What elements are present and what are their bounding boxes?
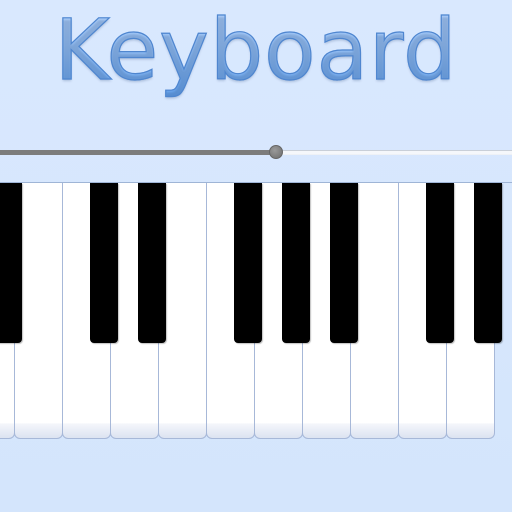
black-key[interactable] xyxy=(138,183,166,343)
black-key[interactable] xyxy=(90,183,118,343)
black-key[interactable] xyxy=(426,183,454,343)
piano-keyboard xyxy=(0,182,512,440)
keyboard-app: Keyboard xyxy=(0,0,512,512)
slider-fill xyxy=(0,150,276,155)
volume-slider[interactable] xyxy=(0,144,512,162)
black-key[interactable] xyxy=(474,183,502,343)
app-title: Keyboard xyxy=(0,0,512,100)
black-key[interactable] xyxy=(282,183,310,343)
black-key[interactable] xyxy=(0,183,22,343)
black-key[interactable] xyxy=(234,183,262,343)
black-key[interactable] xyxy=(330,183,358,343)
slider-thumb[interactable] xyxy=(269,145,283,159)
